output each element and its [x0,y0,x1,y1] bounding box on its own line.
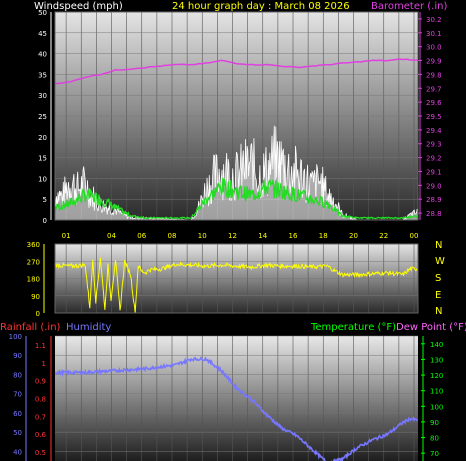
temp-y-tick-label: 120 [430,372,443,380]
wind-y-tick-label: 5 [43,196,47,204]
temp-y-tick-label: 80 [430,435,439,443]
baro-y-tick-label: 28.8 [426,210,442,218]
baro-y-tick-label: 30.2 [426,16,442,24]
wind-y-tick-label: 0 [43,217,47,225]
rain-y-tick-label: 0.7 [35,413,46,421]
wind-y-tick-label: 10 [38,175,47,183]
wind-y-tick-label: 25 [38,113,47,121]
humidity-title: Humidity [66,322,111,333]
rain-y-tick-label: 1 [42,360,46,368]
baro-y-tick-label: 29.9 [426,58,442,66]
wind-y-tick-label: 45 [38,30,47,38]
x-tick-label: 22 [379,232,388,240]
day-title: 24 hour graph day : March 08 2026 [172,1,350,12]
temp-y-tick-label: 100 [430,403,443,411]
humidity-y-tick-label: 40 [13,448,22,456]
x-tick-label: 18 [319,232,328,240]
temp-y-tick-label: 140 [430,341,443,349]
dir-y-tick-label: 360 [27,241,40,249]
x-tick-label: 01 [62,232,71,240]
x-tick-label: 20 [349,232,358,240]
wind-y-tick-label: 20 [38,134,47,142]
dir-y-tick-label: 180 [27,276,40,284]
baro-y-tick-label: 29.6 [426,99,442,107]
rain-y-tick-label: 0.8 [35,396,46,404]
rain-y-tick-label: 0.5 [35,449,46,457]
baro-y-tick-label: 29.2 [426,155,442,163]
x-tick-label: 12 [228,232,237,240]
x-tick-label: 00 [410,232,419,240]
baro-y-tick-label: 29.5 [426,113,442,121]
humidity-y-tick-label: 70 [13,391,22,399]
temp-y-tick-label: 110 [430,388,443,396]
dir-y-tick-label: 270 [27,258,40,266]
x-tick-label: 08 [168,232,177,240]
humidity-y-tick-label: 90 [13,352,22,360]
rain-title: Rainfall (.in) [0,322,61,333]
temp-title: Temperature (°F) [310,322,396,333]
x-tick-label: 16 [289,232,298,240]
baro-y-tick-label: 29.0 [426,182,442,190]
rain-y-tick-label: 1.1 [35,342,46,350]
direction-label-w: W [435,256,445,267]
rain-y-tick-label: 0.6 [35,431,47,439]
humidity-y-tick-label: 100 [9,333,22,341]
baro-y-tick-label: 29.4 [426,127,442,135]
wind-y-tick-label: 30 [38,92,47,100]
wind-y-tick-label: 15 [38,155,47,163]
x-tick-label: 14 [258,232,267,240]
x-tick-label: 10 [198,232,207,240]
wind-title: Windspeed (mph) [34,1,123,12]
humidity-y-tick-label: 60 [13,410,22,418]
direction-label-n1: N [435,240,442,251]
dir-y-tick-label: 90 [31,293,40,301]
bottom-panel-background [55,336,418,461]
x-tick-label: 06 [137,232,146,240]
direction-label-e: E [435,290,441,301]
baro-y-tick-label: 29.1 [426,168,442,176]
weather-chart-svg: 0510152025303540455028.828.929.029.129.2… [0,1,466,461]
baro-y-tick-label: 30.0 [426,44,442,52]
baro-title: Barometer (.in) [371,1,447,12]
baro-y-tick-label: 29.8 [426,71,442,79]
temp-y-tick-label: 70 [430,450,439,458]
dir-y-tick-label: 0 [36,310,40,318]
temp-y-tick-label: 90 [430,419,439,427]
wind-y-tick-label: 35 [38,71,47,79]
dew-title: Dew Point (°F) [396,322,466,333]
weather-graph: 0 5 10 15 20 25 30 35 40 45 50 28.8 28.9 29.0 29.1 29.2… [0,0,466,461]
direction-label-s: S [435,273,441,284]
temp-y-tick-label: 130 [430,356,443,364]
wind-y-tick-label: 40 [38,51,47,59]
direction-label-n2: N [435,306,442,317]
baro-y-tick-label: 29.3 [426,141,442,149]
baro-y-tick-label: 29.7 [426,85,442,93]
baro-y-tick-label: 28.9 [426,196,442,204]
humidity-y-tick-label: 50 [13,429,22,437]
x-tick-label: 04 [107,232,116,240]
baro-y-tick-label: 30.1 [426,30,442,38]
rain-y-tick-label: 0.9 [35,378,46,386]
humidity-y-tick-label: 80 [13,371,22,379]
